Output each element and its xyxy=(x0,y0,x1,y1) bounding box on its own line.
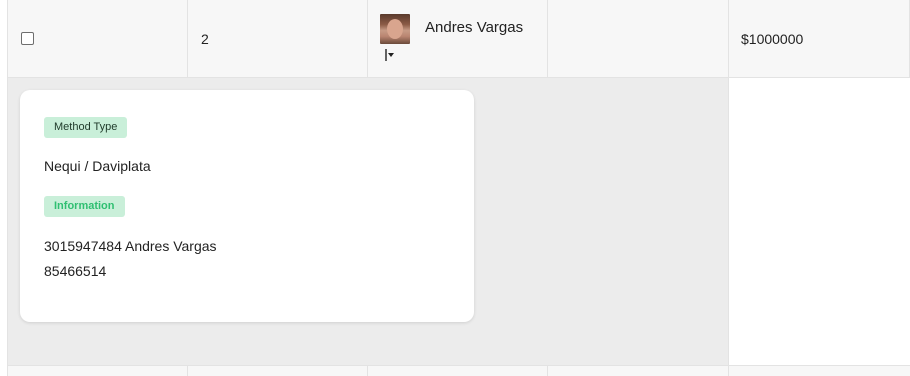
information-badge: Information xyxy=(44,196,125,217)
expanded-row-empty-area xyxy=(728,78,910,365)
expanded-row-details: Method Type Nequi / Daviplata Informatio… xyxy=(7,78,730,365)
payment-method-card: Method Type Nequi / Daviplata Informatio… xyxy=(20,90,474,322)
user-name: Andres Vargas xyxy=(425,19,524,36)
id-cell: 2 xyxy=(187,0,367,77)
information-line: 85466514 xyxy=(44,263,107,279)
table-row[interactable]: 2 Andres Vargas $1000000 xyxy=(7,0,910,78)
select-cell xyxy=(7,0,187,77)
table-row[interactable] xyxy=(7,365,910,376)
information-line: 3015947484 Andres Vargas xyxy=(44,238,217,254)
dropdown-caret-icon[interactable] xyxy=(385,48,395,62)
method-type-badge: Method Type xyxy=(44,117,128,138)
avatar xyxy=(380,14,410,44)
method-type-value: Nequi / Daviplata xyxy=(44,158,151,174)
amount-cell: $1000000 xyxy=(728,0,910,77)
payments-table: 2 Andres Vargas $1000000 Method Type Neq… xyxy=(0,0,910,376)
user-cell: Andres Vargas xyxy=(367,0,547,77)
row-checkbox[interactable] xyxy=(21,32,34,45)
amount-value: $1000000 xyxy=(741,31,804,47)
row-id: 2 xyxy=(201,31,209,47)
status-cell xyxy=(547,0,728,77)
